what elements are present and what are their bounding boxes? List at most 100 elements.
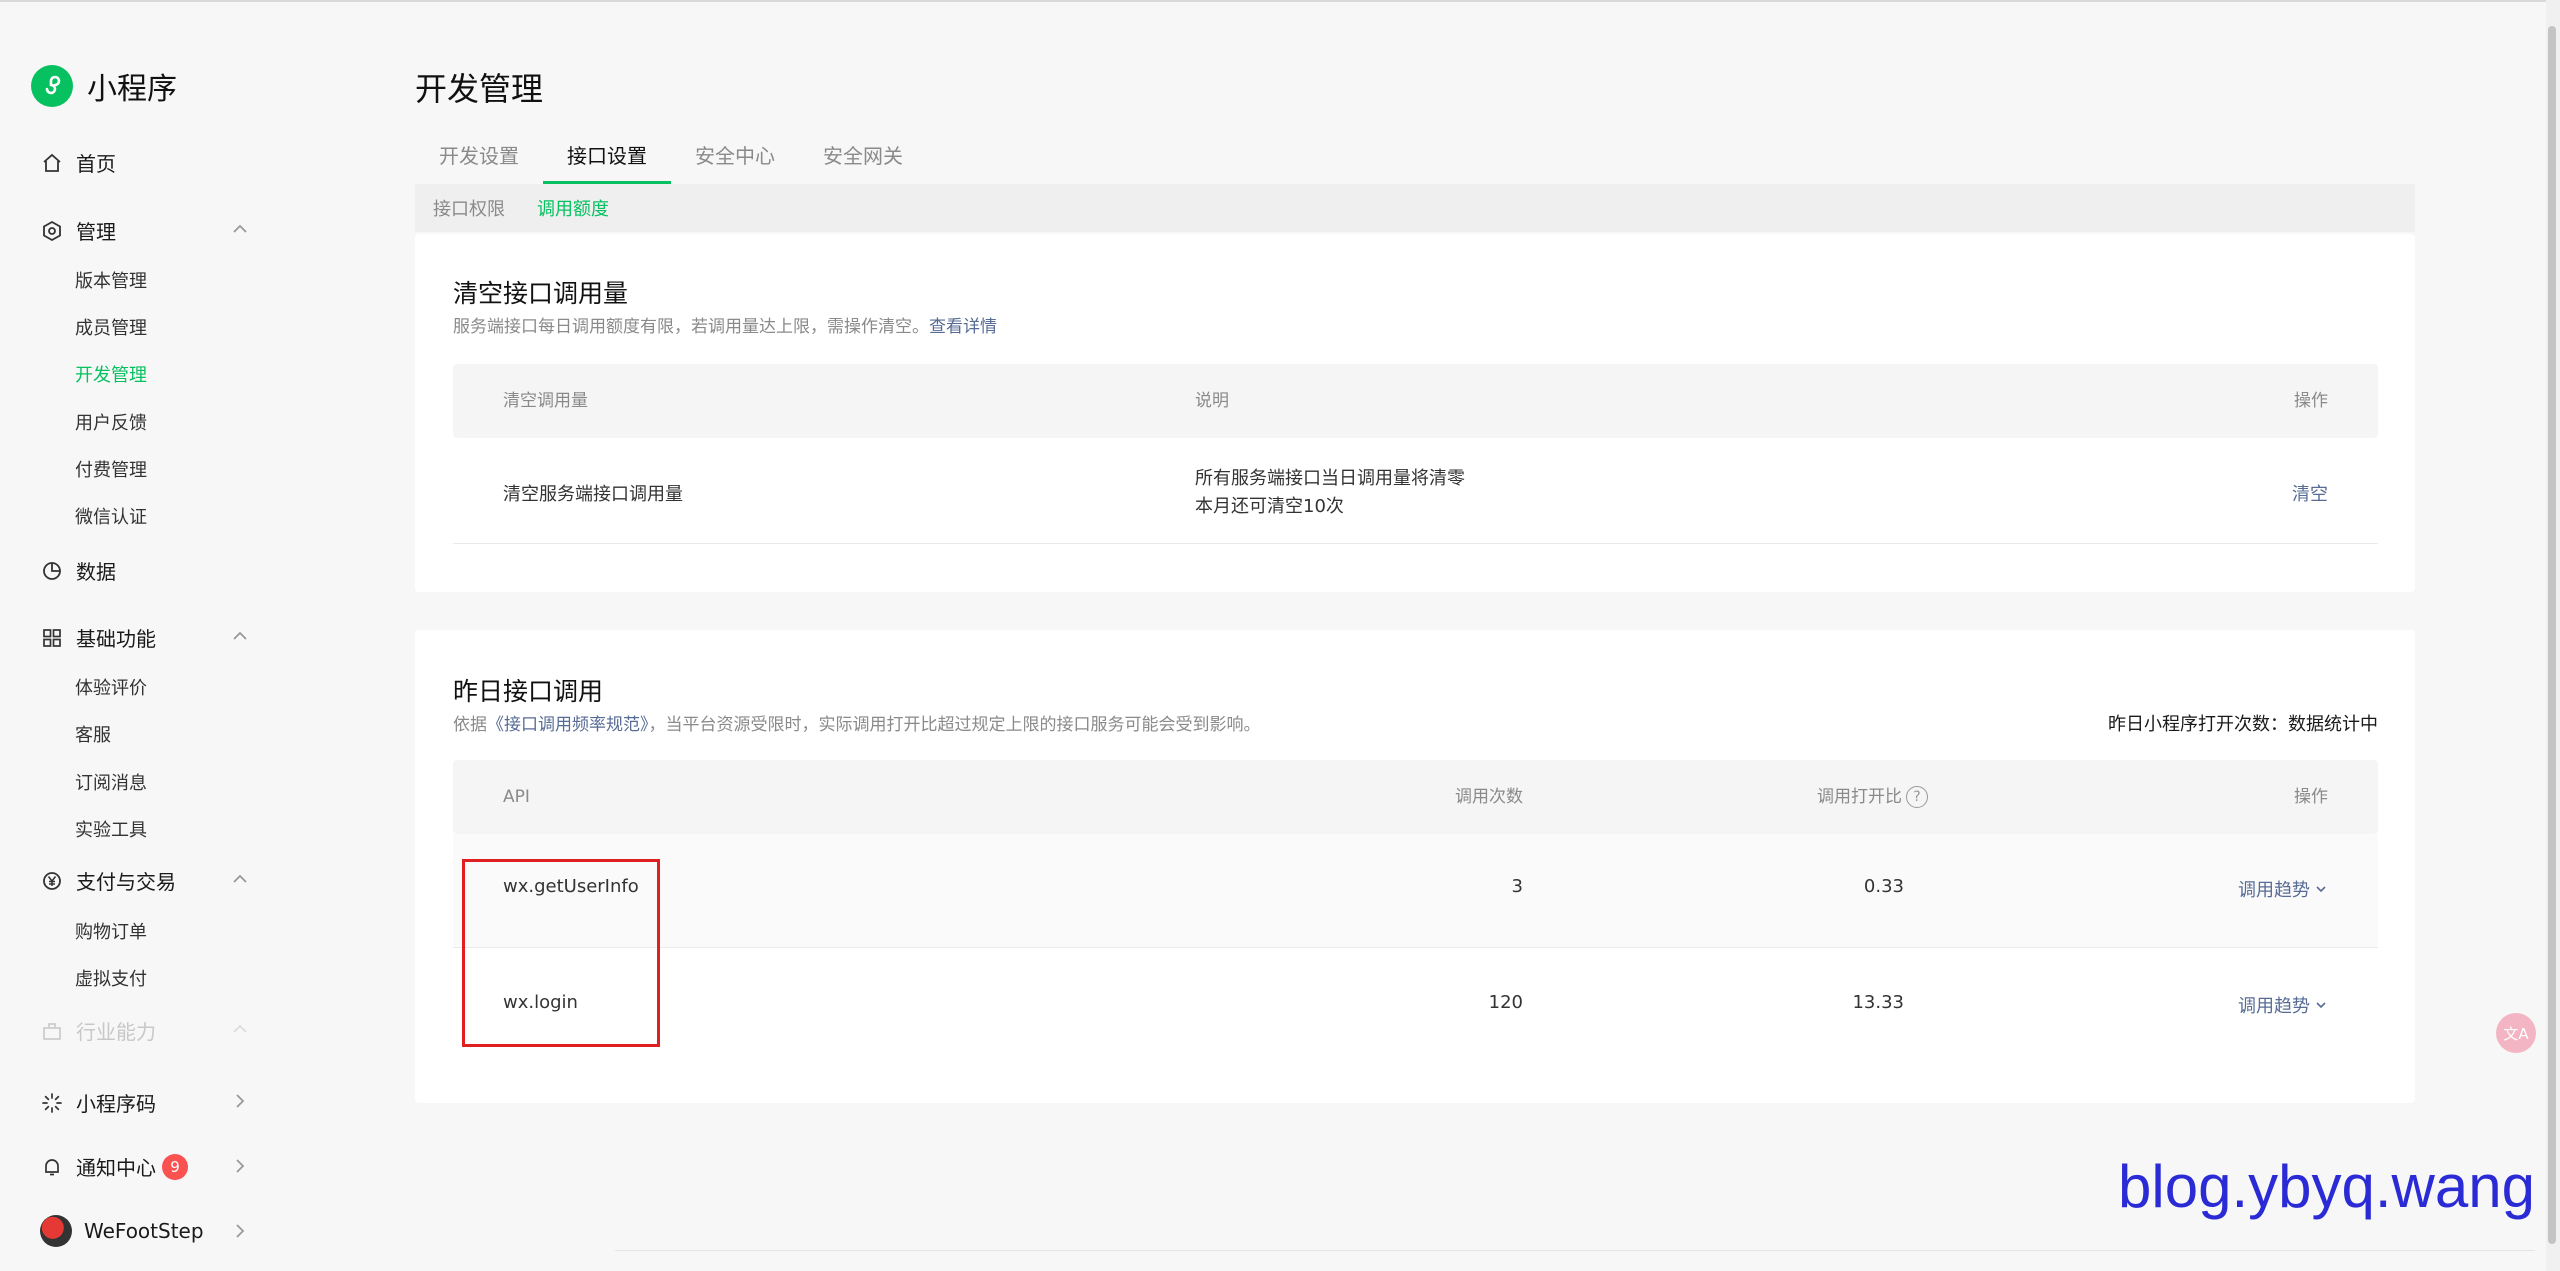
clear-note-line1: 所有服务端接口当日调用量将清零 — [1195, 468, 1465, 489]
description-suffix: ，当平台资源受限时，实际调用打开比超过规定上限的接口服务可能会受到影响。 — [648, 715, 1261, 735]
home-icon — [40, 151, 64, 175]
table-row: wx.getUserInfo 3 0.33 调用趋势 — [453, 834, 2378, 948]
brand-name: 小程序 — [87, 72, 177, 107]
sidebar-item-wechat-verify[interactable]: 微信认证 — [75, 503, 147, 529]
settings-icon — [40, 219, 64, 243]
notification-badge: 9 — [162, 1153, 188, 1180]
sidebar-group-industry[interactable]: 行业能力 — [40, 1016, 156, 1045]
chevron-up-icon[interactable] — [230, 1019, 250, 1039]
column-header: 说明 — [1195, 391, 1229, 411]
tab-api-settings[interactable]: 接口设置 — [543, 138, 671, 184]
table-row: 清空服务端接口调用量 所有服务端接口当日调用量将清零 本月还可清空10次 清空 — [453, 438, 2378, 544]
chevron-right-icon[interactable] — [230, 1156, 250, 1176]
yuan-icon — [40, 869, 64, 893]
page-title: 开发管理 — [415, 70, 544, 108]
tab-dev-settings[interactable]: 开发设置 — [415, 138, 543, 184]
call-count: 3 — [1511, 876, 1523, 897]
miniprogram-logo-icon — [31, 65, 73, 107]
sidebar-item-experience[interactable]: 体验评价 — [75, 674, 147, 700]
trend-label: 调用趋势 — [2238, 996, 2310, 1017]
call-ratio: 0.33 — [1863, 876, 1904, 897]
pie-chart-icon — [40, 559, 64, 583]
clear-note-line2: 本月还可清空10次 — [1195, 496, 1344, 517]
chevron-down-icon — [2316, 1002, 2326, 1009]
column-header-label: 调用打开比 — [1817, 787, 1902, 807]
sidebar-group-label: 支付与交易 — [76, 870, 176, 894]
sidebar-item-service[interactable]: 客服 — [75, 721, 111, 747]
avatar — [40, 1215, 72, 1247]
column-header: 操作 — [2294, 391, 2328, 411]
column-header: 清空调用量 — [503, 391, 588, 411]
top-border — [0, 0, 2560, 2]
sidebar-item-lab[interactable]: 实验工具 — [75, 816, 147, 842]
call-count: 120 — [1488, 992, 1523, 1013]
sidebar-item-members[interactable]: 成员管理 — [75, 314, 147, 340]
clear-quota-card: 清空接口调用量 服务端接口每日调用额度有限，若调用量达上限，需操作清空。查看详情… — [415, 234, 2415, 592]
call-ratio: 13.33 — [1852, 992, 1904, 1013]
card-description: 依据《接口调用频率规范》，当平台资源受限时，实际调用打开比超过规定上限的接口服务… — [453, 710, 1261, 735]
sidebar: 小程序 首页 管理 版本管理 成员管理 开发管理 用户反馈 付费管理 微信认证 … — [0, 0, 280, 1271]
open-count-stat: 昨日小程序打开次数：数据统计中 — [2108, 714, 2378, 735]
table-header: API 调用次数 调用打开比 ? 操作 — [453, 760, 2378, 834]
tab-security-gateway[interactable]: 安全网关 — [799, 138, 927, 184]
clear-item-name: 清空服务端接口调用量 — [503, 484, 683, 505]
subtab-quota[interactable]: 调用额度 — [537, 195, 609, 221]
sidebar-group-basic[interactable]: 基础功能 — [40, 623, 156, 652]
chevron-right-icon[interactable] — [230, 1091, 250, 1111]
sidebar-group-manage[interactable]: 管理 — [40, 216, 116, 245]
chevron-right-icon[interactable] — [230, 1221, 250, 1241]
sun-code-icon — [40, 1091, 64, 1115]
table-row: wx.login 120 13.33 调用趋势 — [453, 948, 2378, 1064]
sidebar-group-label: 管理 — [76, 220, 116, 244]
sidebar-item-payment-manage[interactable]: 付费管理 — [75, 456, 147, 482]
chevron-up-icon[interactable] — [230, 219, 250, 239]
card-title: 昨日接口调用 — [453, 677, 604, 706]
sidebar-group-label: 行业能力 — [76, 1020, 156, 1044]
card-description: 服务端接口每日调用额度有限，若调用量达上限，需操作清空。查看详情 — [453, 312, 997, 337]
card-title: 清空接口调用量 — [453, 279, 629, 308]
sidebar-item-subscribe[interactable]: 订阅消息 — [75, 769, 147, 795]
column-header-ratio: 调用打开比 ? — [1753, 760, 1928, 834]
sidebar-item-label: 小程序码 — [76, 1092, 156, 1116]
clear-button[interactable]: 清空 — [2292, 480, 2328, 506]
rate-spec-link[interactable]: 《接口调用频率规范》 — [487, 715, 649, 735]
sidebar-item-feedback[interactable]: 用户反馈 — [75, 409, 147, 435]
sidebar-item-version[interactable]: 版本管理 — [75, 267, 147, 293]
api-calls-table: API 调用次数 调用打开比 ? 操作 wx.getUserInfo 3 0.3… — [453, 760, 2378, 1070]
sidebar-item-orders[interactable]: 购物订单 — [75, 918, 147, 944]
table-header: 清空调用量 说明 操作 — [453, 364, 2378, 438]
column-header: 调用次数 — [1455, 787, 1523, 807]
sidebar-item-virtual-pay[interactable]: 虚拟支付 — [75, 965, 147, 991]
clear-table: 清空调用量 说明 操作 清空服务端接口调用量 所有服务端接口当日调用量将清零 本… — [453, 364, 2378, 544]
sidebar-item-account[interactable]: WeFootStep — [40, 1215, 204, 1247]
sidebar-item-notify[interactable]: 通知中心 9 — [40, 1152, 188, 1181]
tab-security-center[interactable]: 安全中心 — [671, 138, 799, 184]
view-details-link[interactable]: 查看详情 — [929, 317, 997, 337]
sidebar-item-home[interactable]: 首页 — [40, 148, 116, 177]
sidebar-item-label: 首页 — [76, 152, 116, 176]
industry-icon — [40, 1019, 64, 1043]
sidebar-item-label: 数据 — [76, 560, 116, 584]
sidebar-group-pay[interactable]: 支付与交易 — [40, 866, 176, 895]
annotation-highlight-box — [462, 859, 660, 1047]
description-text: 服务端接口每日调用额度有限，若调用量达上限，需操作清空。 — [453, 317, 929, 337]
subtab-bar: 接口权限 调用额度 — [415, 184, 2415, 232]
sidebar-item-data[interactable]: 数据 — [40, 556, 116, 585]
sidebar-group-label: 基础功能 — [76, 627, 156, 651]
footer-divider — [615, 1250, 2535, 1251]
chevron-up-icon[interactable] — [230, 869, 250, 889]
sidebar-item-label: 通知中心 — [76, 1156, 156, 1180]
account-name: WeFootStep — [84, 1219, 204, 1243]
trend-dropdown[interactable]: 调用趋势 — [2238, 992, 2328, 1018]
sidebar-item-dev-manage[interactable]: 开发管理 — [75, 361, 147, 387]
trend-dropdown[interactable]: 调用趋势 — [2238, 876, 2328, 902]
brand[interactable]: 小程序 — [31, 64, 177, 108]
help-icon[interactable]: ? — [1906, 786, 1928, 808]
sidebar-item-qrcode[interactable]: 小程序码 — [40, 1088, 156, 1117]
apps-icon — [40, 626, 64, 650]
translate-float-icon[interactable]: 文A — [2496, 1013, 2536, 1053]
chevron-up-icon[interactable] — [230, 626, 250, 646]
scrollbar-thumb[interactable] — [2548, 26, 2556, 1244]
subtab-api-permission[interactable]: 接口权限 — [433, 195, 505, 221]
tab-bar: 开发设置 接口设置 安全中心 安全网关 — [415, 138, 2415, 184]
